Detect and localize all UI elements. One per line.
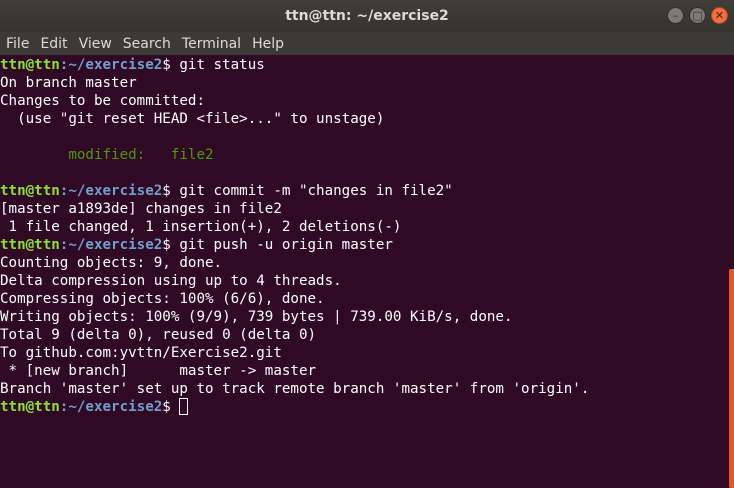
output-line: To github.com:yvttn/Exercise2.git	[0, 345, 282, 361]
command-text: git status	[179, 57, 265, 73]
prompt-user: ttn@ttn	[0, 183, 60, 199]
output-line: (use "git reset HEAD <file>..." to unsta…	[0, 111, 385, 127]
window-title: ttn@ttn: ~/exercise2	[285, 8, 449, 24]
prompt-path: :~/exercise2	[59, 57, 163, 73]
output-line: On branch master	[0, 75, 137, 91]
terminal-window: ttn@ttn: ~/exercise2 – □ ✕ File Edit Vie…	[0, 0, 734, 488]
maximize-icon: □	[692, 9, 703, 22]
command-line: ttn@ttn:~/exercise2$ git commit -m "chan…	[0, 182, 724, 200]
prompt-symbol: $	[162, 237, 180, 253]
output-line: Total 9 (delta 0), reused 0 (delta 0)	[0, 327, 317, 343]
command-line: ttn@ttn:~/exercise2$ git push -u origin …	[0, 236, 724, 254]
menu-help[interactable]: Help	[252, 36, 284, 52]
prompt-symbol: $	[162, 183, 180, 199]
close-button[interactable]: ✕	[711, 7, 728, 24]
scrollbar[interactable]	[729, 269, 734, 488]
menu-terminal[interactable]: Terminal	[182, 36, 241, 52]
output-line: * [new branch] master -> master	[0, 363, 317, 379]
command-text: git push -u origin master	[179, 237, 393, 253]
close-icon: ✕	[714, 9, 725, 22]
command-line: ttn@ttn:~/exercise2$	[0, 398, 724, 416]
output-line: Delta compression using up to 4 threads.	[0, 273, 342, 289]
prompt-user: ttn@ttn	[0, 399, 60, 415]
menu-edit[interactable]: Edit	[40, 36, 67, 52]
command-line: ttn@ttn:~/exercise2$ git status	[0, 56, 724, 74]
output-line: Compressing objects: 100% (6/6), done.	[0, 291, 325, 307]
title-bar[interactable]: ttn@ttn: ~/exercise2 – □ ✕	[0, 0, 734, 32]
prompt-path: :~/exercise2	[59, 183, 163, 199]
minimize-button[interactable]: –	[667, 7, 684, 24]
prompt-symbol: $	[162, 399, 180, 415]
prompt-user: ttn@ttn	[0, 237, 60, 253]
modified-file-line: modified: file2	[0, 147, 214, 163]
prompt-user: ttn@ttn	[0, 57, 60, 73]
terminal-output[interactable]: ttn@ttn:~/exercise2$ git status On branc…	[0, 55, 724, 488]
prompt-symbol: $	[162, 57, 180, 73]
menu-bar: File Edit View Search Terminal Help	[0, 32, 734, 55]
window-controls: – □ ✕	[667, 7, 728, 25]
menu-search[interactable]: Search	[123, 36, 171, 52]
output-line: Writing objects: 100% (9/9), 739 bytes |…	[0, 309, 513, 325]
menu-view[interactable]: View	[79, 36, 112, 52]
maximize-button[interactable]: □	[689, 7, 706, 24]
minimize-icon: –	[672, 9, 679, 22]
command-text: git commit -m "changes in file2"	[179, 183, 453, 199]
output-line: [master a1893de] changes in file2	[0, 201, 282, 217]
prompt-path: :~/exercise2	[59, 399, 163, 415]
output-line: Branch 'master' set up to track remote b…	[0, 381, 590, 397]
output-line: Changes to be committed:	[0, 93, 205, 109]
menu-file[interactable]: File	[6, 36, 29, 52]
output-line: 1 file changed, 1 insertion(+), 2 deleti…	[0, 219, 402, 235]
text-cursor	[179, 398, 189, 415]
output-line: Counting objects: 9, done.	[0, 255, 223, 271]
prompt-path: :~/exercise2	[59, 237, 163, 253]
